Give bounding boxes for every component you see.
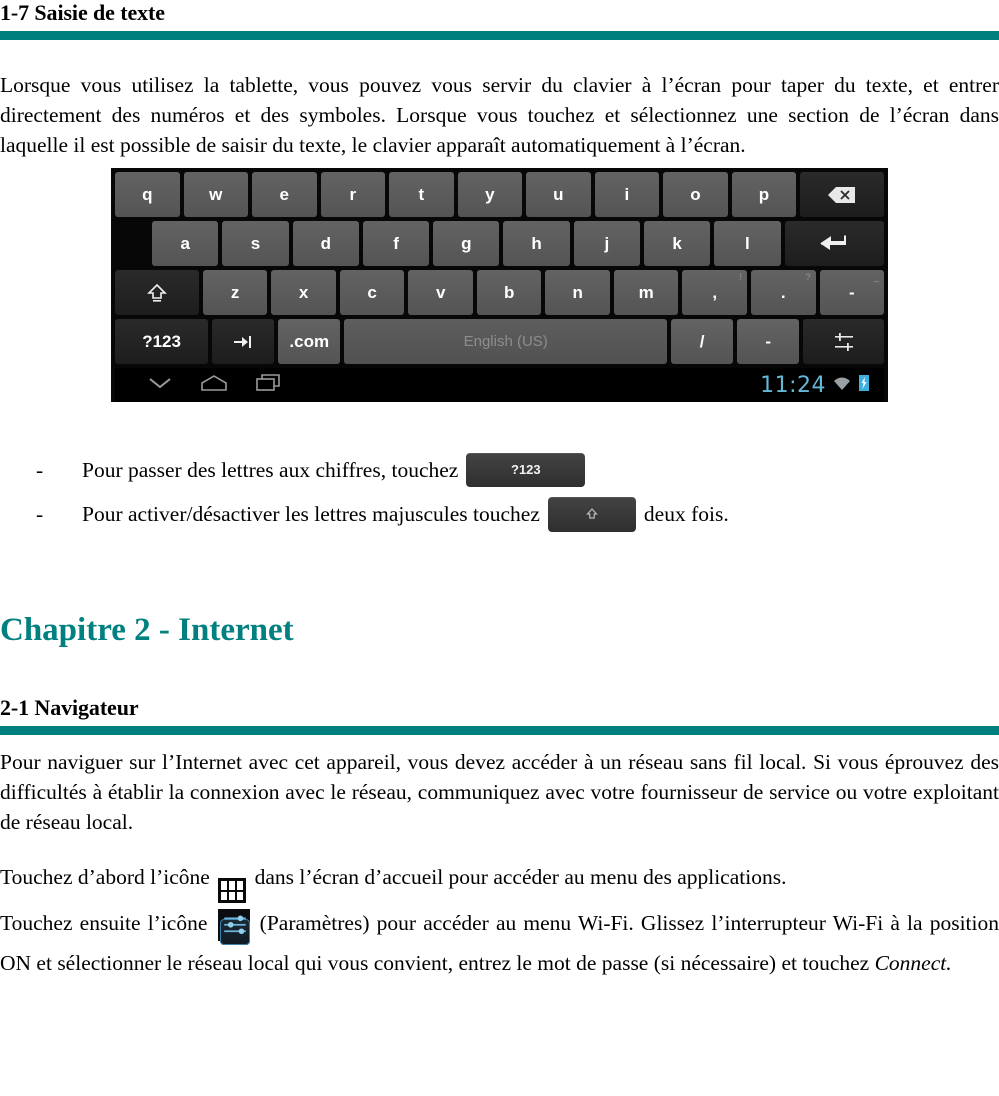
- key-u[interactable]: u: [526, 172, 591, 218]
- key-w[interactable]: w: [183, 172, 249, 218]
- key-y[interactable]: y: [457, 172, 523, 218]
- chevron-down-icon[interactable]: [147, 376, 173, 395]
- key-t[interactable]: t: [389, 172, 454, 218]
- nav-icon-group: [125, 373, 285, 398]
- key-z[interactable]: z: [202, 270, 268, 316]
- list-item-caps: - Pour activer/désactiver les lettres ma…: [0, 492, 999, 536]
- symbols-key[interactable]: ?123: [115, 319, 209, 365]
- key-comma[interactable]: ! ,: [682, 270, 747, 316]
- key-e[interactable]: e: [252, 172, 317, 218]
- battery-charging-icon: [858, 373, 870, 398]
- enter-arrow-icon: [820, 235, 847, 250]
- key-m[interactable]: m: [613, 270, 679, 316]
- dash-key[interactable]: -: [737, 319, 800, 365]
- shift-arrow-icon: [147, 283, 167, 302]
- key-comma-alt: !: [739, 272, 742, 283]
- apps-menu-paragraph: Touchez d’abord l’icône dans l’écran d’a…: [0, 857, 999, 904]
- keyboard-row-4: ?123 .com English (US) / -: [115, 319, 884, 365]
- key-a[interactable]: a: [152, 221, 219, 267]
- keyboard-row-3: z x c v b n m ! , ? . _ -: [115, 270, 885, 316]
- space-key[interactable]: English (US): [344, 319, 668, 365]
- home-icon[interactable]: [199, 374, 229, 397]
- keyboard-row-1: q w e r t y u i o p: [115, 172, 885, 218]
- android-keyboard: q w e r t y u i o p a s d f g h j k l z …: [111, 168, 888, 403]
- keyboard-screenshot: q w e r t y u i o p a s d f g h j k l z …: [0, 168, 999, 403]
- list-dash-1: -: [36, 458, 44, 483]
- sliders-icon: [834, 332, 853, 351]
- key-s[interactable]: s: [222, 221, 289, 267]
- system-navigation-bar: 11:24: [115, 368, 884, 403]
- settings-icon-inner: [219, 915, 250, 946]
- list-text-2-after: deux fois.: [643, 502, 729, 527]
- document-page: 1-7 Saisie de texte Lorsque vous utilise…: [0, 0, 999, 1096]
- status-bar-right: 11:24: [760, 373, 870, 398]
- intro-paragraph: Lorsque vous utilisez la tablette, vous …: [0, 73, 999, 158]
- backspace-icon: [828, 186, 856, 203]
- key-d[interactable]: d: [292, 221, 359, 267]
- key-c[interactable]: c: [339, 270, 405, 316]
- apps-paragraph-part2: dans l’écran d’accueil pour accéder au m…: [254, 864, 787, 889]
- section-heading-2-1: 2-1 Navigateur: [0, 694, 139, 720]
- wifi-icon: [832, 373, 852, 398]
- teal-divider-1: [0, 31, 999, 41]
- slash-key[interactable]: /: [671, 319, 734, 365]
- key-period-label: .: [780, 282, 786, 302]
- inline-shift-key-chip[interactable]: [547, 496, 636, 532]
- key-f[interactable]: f: [362, 221, 430, 267]
- list-dash-2: -: [36, 502, 44, 527]
- key-q[interactable]: q: [115, 172, 180, 218]
- dotcom-key[interactable]: .com: [278, 319, 341, 365]
- shift-arrow-icon-small: [586, 508, 598, 519]
- key-r[interactable]: r: [320, 172, 386, 218]
- key-b[interactable]: b: [476, 270, 542, 316]
- key-n[interactable]: n: [545, 270, 610, 316]
- teal-divider-2: [0, 725, 999, 735]
- apps-paragraph-part1: Touchez d’abord l’icône: [0, 864, 210, 889]
- list-item-symbols: - Pour passer des lettres aux chiffres, …: [0, 448, 999, 492]
- settings-wifi-paragraph: Touchez ensuite l’icône (Paramètres) pou…: [0, 903, 999, 983]
- inline-symbols-key-chip[interactable]: ?123: [466, 453, 586, 488]
- keyboard-settings-key[interactable]: [803, 319, 884, 365]
- key-hyphen[interactable]: _ -: [819, 270, 885, 316]
- key-p[interactable]: p: [731, 172, 797, 218]
- key-v[interactable]: v: [408, 270, 473, 316]
- key-hyphen-alt: _: [874, 272, 880, 283]
- instruction-list: - Pour passer des lettres aux chiffres, …: [0, 448, 999, 536]
- key-k[interactable]: k: [644, 221, 711, 267]
- recents-icon[interactable]: [255, 373, 285, 398]
- chapter-heading-2: Chapitre 2 - Internet: [0, 612, 294, 649]
- clock-label: 11:24: [760, 372, 826, 398]
- key-period-alt: ?: [805, 272, 811, 283]
- navigateur-paragraph: Pour naviguer sur l’Internet avec cet ap…: [0, 749, 999, 834]
- key-x[interactable]: x: [271, 270, 336, 316]
- tab-key[interactable]: [212, 319, 275, 365]
- list-text-1: Pour passer des lettres aux chiffres, to…: [82, 458, 459, 483]
- shift-key[interactable]: [115, 270, 199, 316]
- key-i[interactable]: i: [594, 172, 660, 218]
- settings-paragraph-part1: Touchez ensuite l’icône: [0, 911, 208, 936]
- key-hyphen-label: -: [848, 282, 855, 302]
- key-j[interactable]: j: [573, 221, 640, 267]
- settings-icon[interactable]: [217, 909, 250, 946]
- tab-arrow-icon: [234, 335, 252, 348]
- key-comma-label: ,: [712, 282, 718, 302]
- key-period[interactable]: ? .: [751, 270, 816, 316]
- connect-label: Connect.: [874, 951, 952, 976]
- key-l[interactable]: l: [714, 221, 781, 267]
- apps-grid-icon[interactable]: [218, 878, 247, 904]
- backspace-key[interactable]: [800, 172, 885, 218]
- row2-left-spacer: [115, 221, 148, 266]
- keyboard-row-2: a s d f g h j k l: [115, 221, 884, 267]
- list-text-2: Pour activer/désactiver les lettres maju…: [82, 502, 540, 527]
- sliders-glyph-icon: [223, 915, 246, 935]
- key-o[interactable]: o: [663, 172, 728, 218]
- enter-key[interactable]: [784, 221, 884, 267]
- section-heading-1-7: 1-7 Saisie de texte: [0, 0, 165, 25]
- key-h[interactable]: h: [503, 221, 570, 267]
- key-g[interactable]: g: [433, 221, 500, 267]
